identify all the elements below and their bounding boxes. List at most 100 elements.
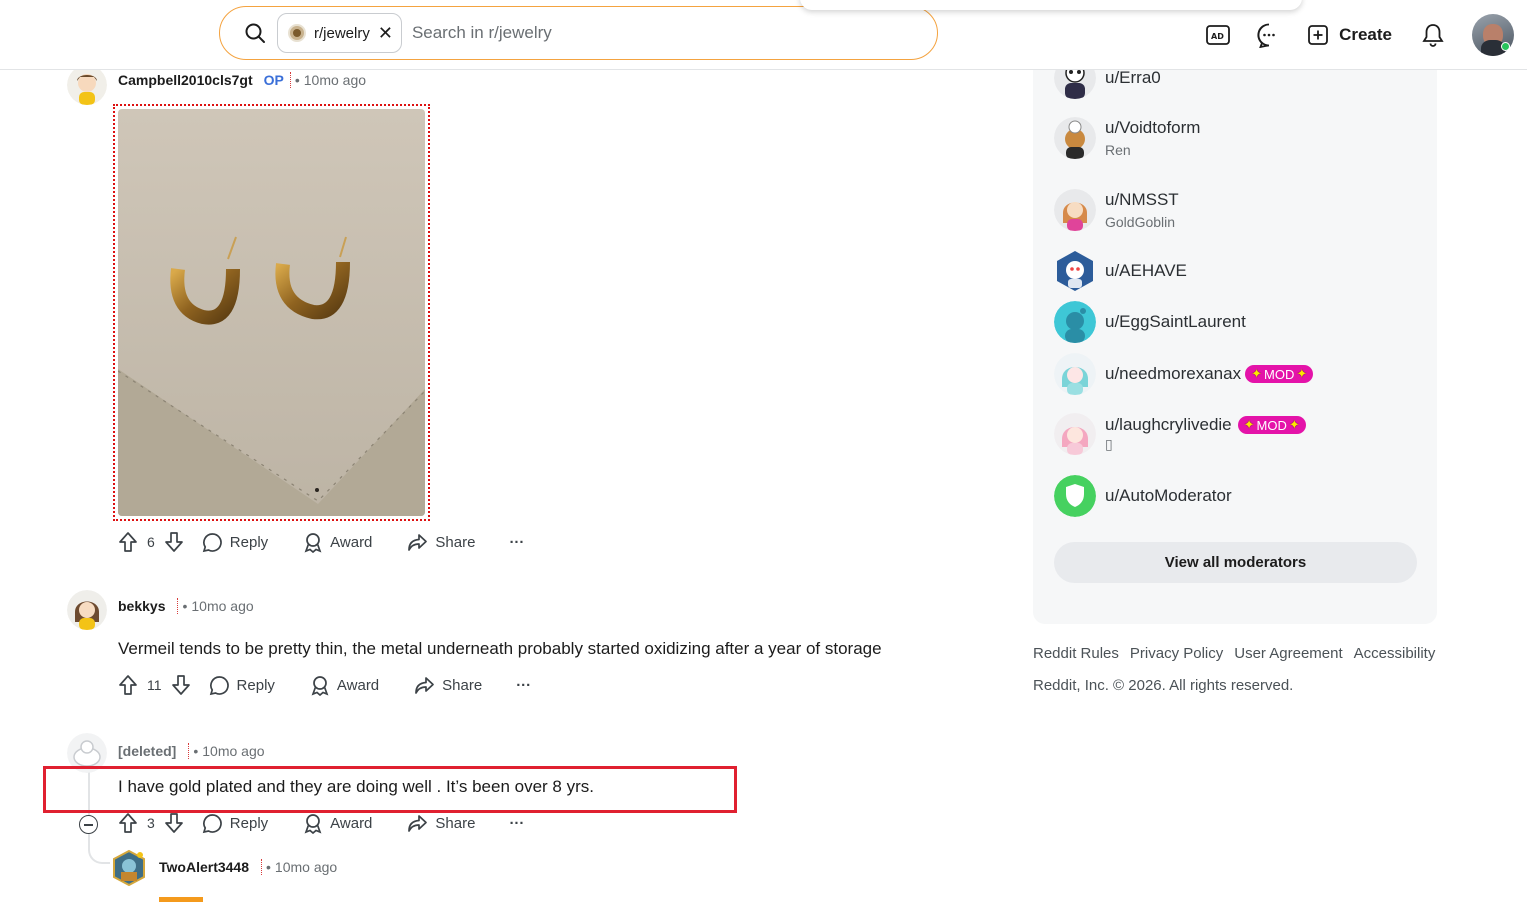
more-options-button[interactable]: ··· <box>509 815 524 832</box>
downvote-button[interactable] <box>164 812 184 834</box>
share-label: Share <box>435 814 476 832</box>
award-button[interactable]: Award <box>310 675 379 696</box>
award-icon <box>304 532 322 553</box>
moderator-name: u/NMSST <box>1105 190 1179 209</box>
comment-time[interactable]: 10mo ago <box>202 743 264 759</box>
upvote-button[interactable] <box>118 812 138 834</box>
award-label: Award <box>330 533 373 551</box>
moderator-item[interactable]: u/AutoModerator <box>1054 475 1232 517</box>
search-bar[interactable]: r/jewelry ✕ Search in r/jewelry <box>219 6 938 60</box>
award-button[interactable]: Award <box>303 813 372 834</box>
comment-time[interactable]: 10mo ago <box>275 859 337 875</box>
more-icon: ··· <box>509 814 525 832</box>
reply-button[interactable]: Reply <box>202 813 268 834</box>
award-button[interactable]: Award <box>303 532 372 553</box>
share-button[interactable]: Share <box>414 676 482 695</box>
comment-actions: 11 Reply Award Share ··· <box>118 674 531 696</box>
create-button[interactable]: Create <box>1307 24 1392 46</box>
search-dropdown-edge <box>800 0 1302 10</box>
reply-label: Reply <box>229 814 269 832</box>
comment-time[interactable]: 10mo ago <box>191 598 253 614</box>
share-icon <box>408 533 428 551</box>
top-bar: r/jewelry ✕ Search in r/jewelry AD Creat… <box>0 0 1527 70</box>
close-icon[interactable]: ✕ <box>378 24 393 42</box>
moderator-name-row: u/needmorexanax ✦ MOD ✦ <box>1105 364 1314 384</box>
search-input[interactable]: Search in r/jewelry <box>412 23 552 43</box>
upvote-icon <box>119 532 137 552</box>
highlight-annotation <box>43 766 737 813</box>
search-icon <box>245 23 265 43</box>
comment-author[interactable]: bekkys <box>118 598 165 614</box>
sparkle-icon: ✦ <box>1243 417 1255 432</box>
copyright-text: Reddit, Inc. © 2026. All rights reserved… <box>1033 677 1294 694</box>
moderator-flair: ▯ <box>1105 436 1113 452</box>
more-options-button[interactable]: ··· <box>509 534 524 551</box>
more-icon: ··· <box>509 533 525 551</box>
award-icon <box>304 813 322 834</box>
create-label: Create <box>1339 25 1392 44</box>
moderator-name: u/EggSaintLaurent <box>1105 312 1246 331</box>
comment-meta: TwoAlert3448 • 10mo ago <box>159 859 337 875</box>
vote-count: 11 <box>147 677 162 693</box>
bell-icon[interactable] <box>1419 21 1447 49</box>
moderator-item[interactable]: u/Voidtoform Ren <box>1054 117 1200 159</box>
reply-button[interactable]: Reply <box>202 532 268 553</box>
upvote-button[interactable] <box>118 531 138 553</box>
avatar[interactable] <box>67 590 107 630</box>
chat-icon[interactable] <box>1255 21 1283 49</box>
comment-icon <box>209 675 229 695</box>
comment-meta: bekkys • 10mo ago <box>118 598 254 614</box>
moderator-info: u/NMSST GoldGoblin <box>1105 190 1179 230</box>
share-label: Share <box>442 676 483 694</box>
moderator-name: u/laughcrylivedie <box>1105 415 1232 434</box>
upvote-icon <box>119 813 137 833</box>
footer-link-privacy[interactable]: Privacy Policy <box>1130 645 1223 662</box>
downvote-button[interactable] <box>171 674 191 696</box>
community-chip[interactable]: r/jewelry ✕ <box>277 13 402 53</box>
mod-badge-label: MOD <box>1256 417 1287 433</box>
moderator-item[interactable]: u/needmorexanax ✦ MOD ✦ <box>1054 353 1314 395</box>
comment-author[interactable]: TwoAlert3448 <box>159 859 249 875</box>
svg-text:AD: AD <box>1211 32 1224 41</box>
comment-time[interactable]: 10mo ago <box>304 72 366 88</box>
moderator-item[interactable]: u/AEHAVE <box>1054 250 1187 292</box>
vote-count: 3 <box>147 815 155 831</box>
share-button[interactable]: Share <box>407 814 475 833</box>
more-options-button[interactable]: ··· <box>516 677 531 694</box>
share-button[interactable]: Share <box>407 533 475 552</box>
moderator-item[interactable]: u/NMSST GoldGoblin <box>1054 189 1179 231</box>
downvote-icon <box>164 532 183 552</box>
comment-image[interactable] <box>113 104 430 521</box>
footer-link-rules[interactable]: Reddit Rules <box>1033 645 1119 662</box>
flair-bar <box>159 897 203 902</box>
moderator-item[interactable]: u/laughcrylivedie ✦ MOD ✦ ▯ <box>1054 413 1306 455</box>
comment-author[interactable]: Campbell2010cls7gt <box>118 72 253 88</box>
more-icon: ··· <box>516 676 532 694</box>
award-label: Award <box>336 676 380 694</box>
moderator-flair: Ren <box>1105 142 1131 158</box>
view-all-moderators-button[interactable]: View all moderators <box>1054 542 1417 583</box>
reply-button[interactable]: Reply <box>209 675 275 696</box>
share-label: Share <box>435 533 476 551</box>
moderator-info: u/AutoModerator <box>1105 486 1232 506</box>
moderator-item[interactable]: u/EggSaintLaurent <box>1054 301 1246 343</box>
community-chip-label: r/jewelry <box>314 24 370 42</box>
award-label: Award <box>330 814 373 832</box>
footer-link-user-agreement[interactable]: User Agreement <box>1234 645 1342 662</box>
avatar[interactable] <box>110 849 148 887</box>
mod-badge: ✦ MOD ✦ <box>1245 365 1314 383</box>
comment-icon <box>202 532 222 552</box>
downvote-button[interactable] <box>164 531 184 553</box>
vote-count: 6 <box>147 534 155 550</box>
earrings-photo <box>118 109 425 516</box>
upvote-icon <box>119 675 137 695</box>
advertise-icon[interactable]: AD <box>1204 21 1232 49</box>
moderator-info: u/needmorexanax ✦ MOD ✦ <box>1105 364 1314 384</box>
avatar[interactable] <box>67 65 107 105</box>
thread-connector <box>88 834 110 864</box>
collapse-thread-button[interactable] <box>79 815 98 834</box>
sparkle-icon: ✦ <box>1251 366 1262 381</box>
footer-link-accessibility[interactable]: Accessibility <box>1354 645 1436 662</box>
upvote-button[interactable] <box>118 674 138 696</box>
comment-meta: [deleted] • 10mo ago <box>118 743 265 759</box>
